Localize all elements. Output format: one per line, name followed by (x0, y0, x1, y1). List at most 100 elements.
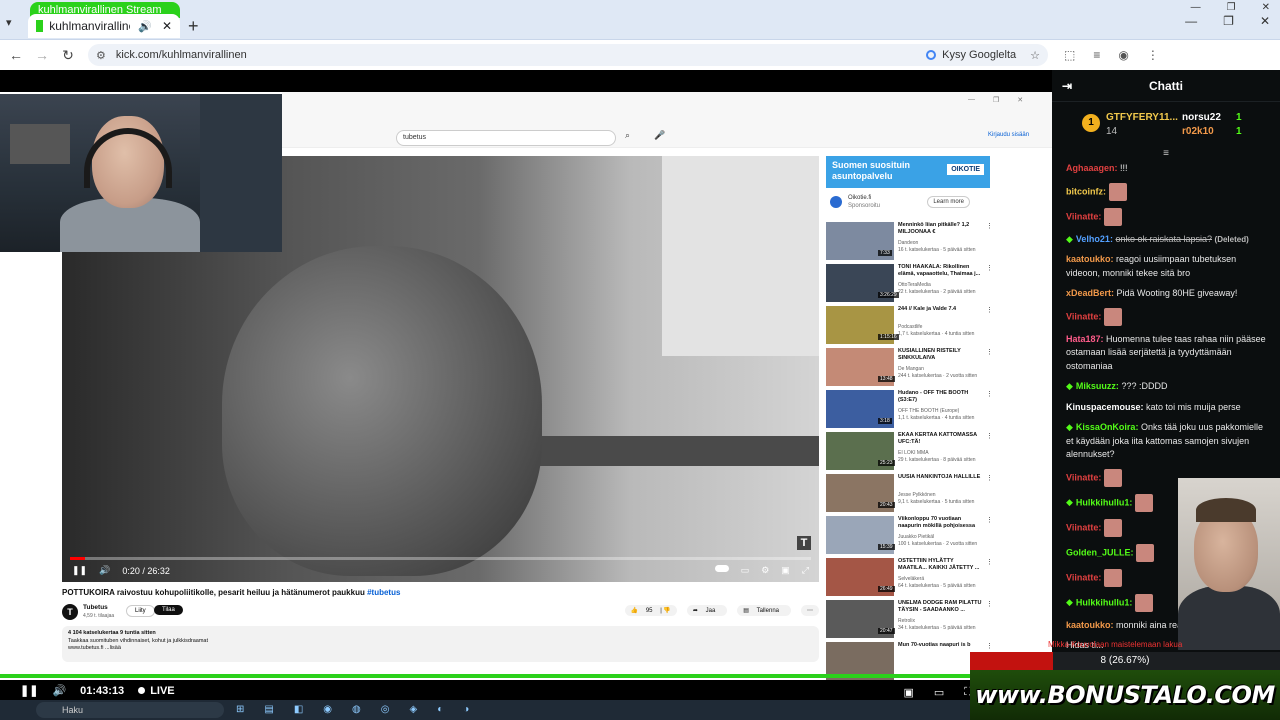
url-field[interactable]: ⚙ kick.com/kuhlmanvirallinen Kysy Google… (88, 44, 1048, 66)
new-tab-icon[interactable]: + (188, 16, 199, 37)
rec-duration: 26:49 (878, 586, 895, 592)
rec-title: 244 // Kale ja Valde 7.4 (898, 306, 957, 312)
chat-username[interactable]: Kinuspacemouse: (1066, 402, 1144, 412)
rec-duration: 7:33 (878, 250, 892, 256)
facecam-hair (1196, 498, 1256, 522)
chat-username[interactable]: Viinatte: (1066, 311, 1101, 321)
ad-title: Suomen suosituin asuntopalvelu (832, 160, 911, 181)
app3-icon: ◑ (463, 704, 470, 715)
tab-list-icon[interactable]: ▾ (6, 16, 12, 29)
tab-active[interactable]: kuhlmanvirallinen Stream 🔊 ✕ (28, 14, 180, 38)
badge-icon: ◆ (1066, 381, 1073, 391)
youtube-search-icon: ⌕ (625, 130, 631, 140)
chat-text: kato toi mis muija perse (1146, 401, 1241, 412)
gifter-2-name[interactable]: norsu22 (1182, 112, 1221, 123)
explorer-icon: ▤ (264, 704, 274, 715)
forward-icon[interactable]: → (32, 47, 52, 63)
chat-text: ??? :DDDD (1121, 381, 1168, 391)
google-label: Kysy Googlelta (942, 49, 1017, 61)
webcam-shelf (10, 124, 70, 164)
volume-button[interactable]: 🔊 (52, 684, 66, 697)
emote-icon (1103, 468, 1122, 487)
chat-username[interactable]: Velho21: (1076, 234, 1113, 244)
video-description: 4 104 katselukertaa 9 tuntia sitten Taak… (62, 626, 819, 662)
like-button: 👍 95 | 👎 (624, 605, 677, 616)
speaker-icon[interactable]: 🔊 (138, 20, 152, 33)
rec-duration: 20:43 (878, 502, 895, 508)
chat-username[interactable]: KissaOnKoira: (1076, 422, 1139, 432)
recommendation-item: 7:33 Menninkö liian pitkälle? 1,2 MILJOON… (826, 220, 996, 262)
restore-icon[interactable]: ❐ (1223, 14, 1234, 28)
minimize-icon[interactable]: — (1185, 14, 1197, 28)
video-actions: 👍 95 | 👎 ➦ Jaa ▤ Tallenna ⋯ (624, 605, 819, 616)
store-icon: ◧ (293, 704, 304, 715)
rec-title: UNELMA DODGE RAM PILATTU TÄYSIN - SAADAA… (898, 600, 982, 613)
chat-username[interactable]: Viinatte: (1066, 572, 1101, 582)
chat-username[interactable]: Viinatte: (1066, 472, 1101, 482)
rec-title: Viikonloppu 70 vuotiaan naapurin mökillä… (898, 516, 976, 529)
pip-icon[interactable]: ▣ (903, 686, 913, 699)
join-button: Liity (126, 605, 155, 617)
profile-icon[interactable]: ◉ (1118, 48, 1128, 62)
tubetus-watermark-icon: T (797, 536, 811, 550)
collapse-chat-icon[interactable]: ⇥ (1062, 79, 1072, 93)
bookmark-star-icon[interactable]: ☆ (1030, 49, 1040, 62)
emote-icon (1103, 518, 1122, 537)
google-lens-button[interactable]: Kysy Googlelta (926, 49, 1016, 61)
stream-video[interactable]: — ❐ ✕ tubetus ⌕ 🎤 Kirjaudu sisään T ❚❚ 🔊 0… (0, 70, 1052, 680)
taskbar-search: Haku (36, 702, 224, 718)
pause-button[interactable]: ❚❚ (20, 684, 38, 697)
chat-username[interactable]: Hulkkihullu1: (1076, 497, 1133, 507)
theater-icon[interactable]: ▭ (934, 686, 944, 699)
video-cabinet (662, 156, 819, 356)
chat-expand-icon[interactable]: ≡ (1052, 149, 1280, 159)
close-tab-icon[interactable]: ✕ (162, 19, 172, 33)
recommendation-item: 13:48 KUSIALLINEN RISTEILY SINKKULAIVA De … (826, 346, 996, 388)
reload-icon[interactable]: ↻ (58, 47, 78, 64)
menu-icon[interactable]: ⋮ (1147, 48, 1159, 62)
rec-more-icon: ⋮ (986, 475, 993, 482)
chat-username[interactable]: Viinatte: (1066, 211, 1101, 221)
chat-username[interactable]: Miksuuzz: (1076, 381, 1119, 391)
rec-channel: OFF THE BOOTH (Europe) (898, 408, 960, 414)
rec-meta: 1,7 t. katselukertaa · 4 tuntia sitten (898, 331, 975, 337)
rec-channel: OttoTeraMedia (898, 282, 931, 288)
youtube-search-input: tubetus (396, 130, 616, 146)
chat-username[interactable]: Hulkkihullu1: (1076, 597, 1133, 607)
chat-text: !!! (1120, 163, 1128, 173)
chat-username[interactable]: Golden_JULLE: (1066, 547, 1134, 557)
chat-username[interactable]: Viinatte: (1066, 522, 1101, 532)
chat-username[interactable]: kaatoukko: (1066, 620, 1114, 630)
chat-username[interactable]: kaatoukko: (1066, 254, 1114, 264)
gifter-3-name[interactable]: r02k10 (1182, 126, 1214, 137)
save-label: Tallenna (750, 606, 785, 616)
stream-progress (0, 674, 1052, 678)
rec-channel: Jesse Pylkkönen (898, 492, 936, 498)
ad-brand: OIKOTIE (947, 164, 984, 175)
badge-icon: ◆ (1066, 596, 1073, 607)
chat-facecam (1178, 478, 1280, 650)
back-icon[interactable]: ← (6, 47, 26, 63)
chat-username[interactable]: Aghaaagen: (1066, 163, 1118, 173)
chat-username[interactable]: xDeadBert: (1066, 288, 1114, 298)
site-info-icon[interactable]: ⚙ (96, 49, 106, 62)
kick-favicon-icon (36, 20, 44, 32)
chat-username[interactable]: Hata187: (1066, 334, 1104, 344)
chat-message: Hata187: Huomenna tulee taas rahaa niin … (1066, 333, 1266, 374)
close-window-icon[interactable]: ✕ (1260, 14, 1270, 28)
autoplay-toggle-icon (714, 565, 729, 572)
rec-title: KUSIALLINEN RISTEILY SINKKULAIVA (898, 348, 961, 361)
save-button: ▤ Tallenna (737, 605, 791, 616)
poll-result: 8 (26.67%) (1100, 655, 1150, 666)
toolbar-icons: ⬚ ≡ ◉ ⋮ (1064, 48, 1159, 62)
rec-duration: 1:15:16 (878, 334, 899, 340)
address-bar: ← → ↻ ⚙ kick.com/kuhlmanvirallinen Kysy … (0, 40, 1280, 70)
extensions-icon[interactable]: ⬚ (1064, 48, 1075, 62)
media-icon[interactable]: ≡ (1093, 48, 1100, 62)
chat-message: Viinatte: (1066, 207, 1266, 226)
chat-username[interactable]: bitcoinfz: (1066, 186, 1106, 196)
rec-title: Hudano - OFF THE BOOTH (S3:E7) (898, 390, 969, 403)
live-badge[interactable]: LIVE (138, 685, 175, 697)
chat-message: ◆ KissaOnKoira: Onks tää joku uus pakkomi… (1066, 421, 1266, 462)
top-gifter-name[interactable]: GTFYFERY11... (1106, 112, 1178, 123)
